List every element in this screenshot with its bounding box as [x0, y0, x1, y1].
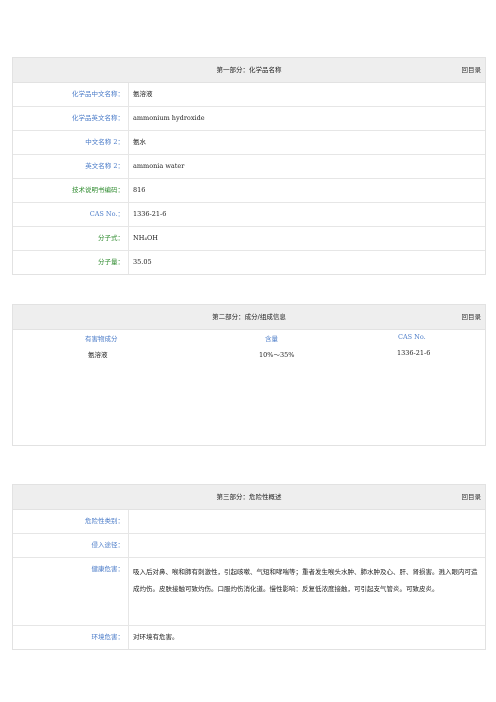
section-chemical-name: 第一部分：化学品名称 回目录 化学品中文名称： 氨溶液 化学品英文名称： amm… — [12, 57, 486, 275]
info-row: 英文名称 2： ammonia water — [13, 155, 485, 179]
section-title: 第三部分：危险性概述 — [216, 493, 282, 501]
field-value — [129, 534, 485, 557]
info-row: 健康危害： 吸入后对鼻、喉和肺有刺激性，引起咳嗽、气短和哮喘等；重者发生喉头水肿… — [13, 558, 485, 626]
field-value: 对环境有危害。 — [133, 633, 179, 641]
field-label: 侵入途径： — [13, 534, 129, 557]
section-title: 第二部分：成分/组成信息 — [212, 313, 286, 321]
field-value: 35.05 — [133, 258, 152, 266]
section-header: 第三部分：危险性概述 回目录 — [13, 485, 485, 510]
field-label: 健康危害： — [13, 558, 129, 625]
field-value: 吸入后对鼻、喉和肺有刺激性，引起咳嗽、气短和哮喘等；重者发生喉头水肿、肺水肿及心… — [133, 568, 478, 593]
back-to-toc-link[interactable]: 回目录 — [462, 305, 482, 329]
field-value — [129, 510, 485, 533]
field-label: 环境危害： — [13, 626, 129, 649]
field-label: 分子量： — [13, 251, 129, 274]
field-label: CAS No.： — [13, 203, 129, 226]
field-value: NH₄OH — [133, 234, 158, 242]
column-header-content: 含量 — [265, 335, 278, 343]
field-label: 危险性类别： — [13, 510, 129, 533]
info-row: 分子量： 35.05 — [13, 251, 485, 274]
info-row: 中文名称 2： 氨水 — [13, 131, 485, 155]
info-row: 化学品英文名称： ammonium hydroxide — [13, 107, 485, 131]
info-row: 侵入途径： — [13, 534, 485, 558]
field-value: 氨溶液 — [133, 90, 153, 98]
field-value: ammonia water — [133, 162, 185, 170]
column-header-component: 有害物成分 — [85, 335, 118, 343]
info-row: 化学品中文名称： 氨溶液 — [13, 83, 485, 107]
section-composition: 第二部分：成分/组成信息 回目录 有害物成分 含量 CAS No. 氨溶液 10… — [12, 304, 486, 446]
component-cas: 1336-21-6 — [397, 349, 431, 357]
column-header-cas: CAS No. — [398, 333, 426, 341]
component-content: 10%～35% — [259, 351, 295, 359]
field-label: 分子式： — [13, 227, 129, 250]
info-row: CAS No.： 1336-21-6 — [13, 203, 485, 227]
field-label: 化学品英文名称： — [13, 107, 129, 130]
info-row: 危险性类别： — [13, 510, 485, 534]
section-header: 第一部分：化学品名称 回目录 — [13, 58, 485, 83]
field-value: ammonium hydroxide — [133, 114, 205, 122]
back-to-toc-link[interactable]: 回目录 — [462, 58, 482, 82]
info-row: 环境危害： 对环境有危害。 — [13, 626, 485, 649]
back-to-toc-link[interactable]: 回目录 — [462, 485, 482, 509]
section-title: 第一部分：化学品名称 — [216, 66, 282, 74]
field-value: 氨水 — [133, 138, 146, 146]
info-row: 分子式： NH₄OH — [13, 227, 485, 251]
field-value: 816 — [133, 186, 146, 194]
field-label: 化学品中文名称： — [13, 83, 129, 106]
section-hazard-overview: 第三部分：危险性概述 回目录 危险性类别： 侵入途径： 健康危害： 吸入后对鼻、… — [12, 484, 486, 650]
info-row: 技术说明书编码： 816 — [13, 179, 485, 203]
field-label: 中文名称 2： — [13, 131, 129, 154]
component-name: 氨溶液 — [88, 351, 108, 359]
section-header: 第二部分：成分/组成信息 回目录 — [13, 305, 485, 330]
field-label: 技术说明书编码： — [13, 179, 129, 202]
field-label: 英文名称 2： — [13, 155, 129, 178]
field-value: 1336-21-6 — [133, 210, 167, 218]
